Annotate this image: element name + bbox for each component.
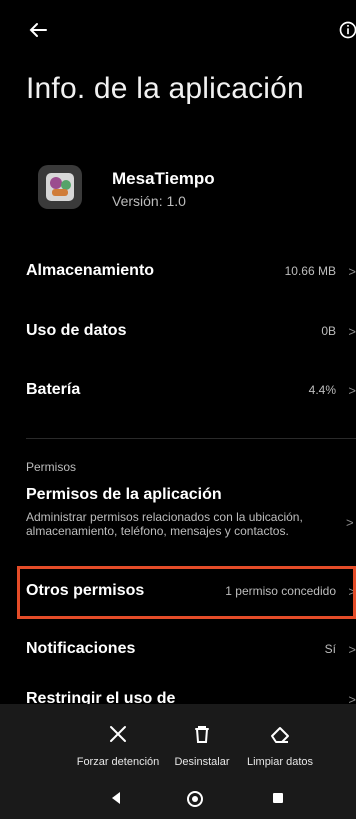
force-stop-label: Forzar detención xyxy=(76,756,160,768)
info-icon[interactable] xyxy=(338,20,356,40)
chevron-right-icon: > xyxy=(348,324,356,339)
top-bar xyxy=(0,0,356,60)
app-name: MesaTiempo xyxy=(112,169,215,188)
back-arrow-icon[interactable] xyxy=(26,18,50,42)
divider xyxy=(26,438,356,439)
notifications-row[interactable]: Notificaciones Sí > xyxy=(26,640,356,666)
eraser-icon xyxy=(271,727,289,743)
storage-value: 10.66 MB xyxy=(284,264,336,278)
permissions-section-header: Permisos xyxy=(26,460,77,474)
chevron-right-icon: > xyxy=(348,264,356,279)
battery-row[interactable]: Batería 4.4% > xyxy=(26,381,356,407)
page-title: Info. de la aplicación xyxy=(26,72,304,105)
notifications-value: Sí xyxy=(324,642,336,656)
chevron-right-icon: > xyxy=(348,383,356,398)
close-icon xyxy=(110,726,126,742)
nav-recent-icon[interactable] xyxy=(270,790,286,806)
app-permissions-description: Administrar permisos relacionados con la… xyxy=(26,510,303,538)
chevron-right-icon: > xyxy=(346,515,354,530)
trash-icon xyxy=(195,726,209,743)
app-logo-icon xyxy=(46,173,74,201)
battery-label: Batería xyxy=(26,381,81,398)
system-nav-bar xyxy=(0,790,356,819)
storage-row[interactable]: Almacenamiento 10.66 MB > xyxy=(26,262,356,288)
uninstall-label: Desinstalar xyxy=(174,756,230,768)
app-icon xyxy=(38,165,82,209)
data-usage-label: Uso de datos xyxy=(26,322,127,339)
nav-back-icon[interactable] xyxy=(108,790,124,806)
chevron-right-icon: > xyxy=(348,642,356,657)
app-header: MesaTiempo Versión: 1.0 xyxy=(26,165,326,215)
app-version: Versión: 1.0 xyxy=(112,193,186,209)
data-usage-row[interactable]: Uso de datos 0B > xyxy=(26,322,356,348)
battery-value: 4.4% xyxy=(308,383,336,397)
app-permissions-title[interactable]: Permisos de la aplicación xyxy=(26,486,222,504)
clear-data-label: Limpiar datos xyxy=(246,756,314,768)
clear-data-button[interactable]: Limpiar datos xyxy=(230,722,330,768)
highlight-box xyxy=(17,566,356,619)
storage-label: Almacenamiento xyxy=(26,262,155,279)
data-usage-value: 0B xyxy=(321,324,336,338)
notifications-label: Notificaciones xyxy=(26,640,136,657)
nav-home-icon[interactable] xyxy=(186,790,204,808)
